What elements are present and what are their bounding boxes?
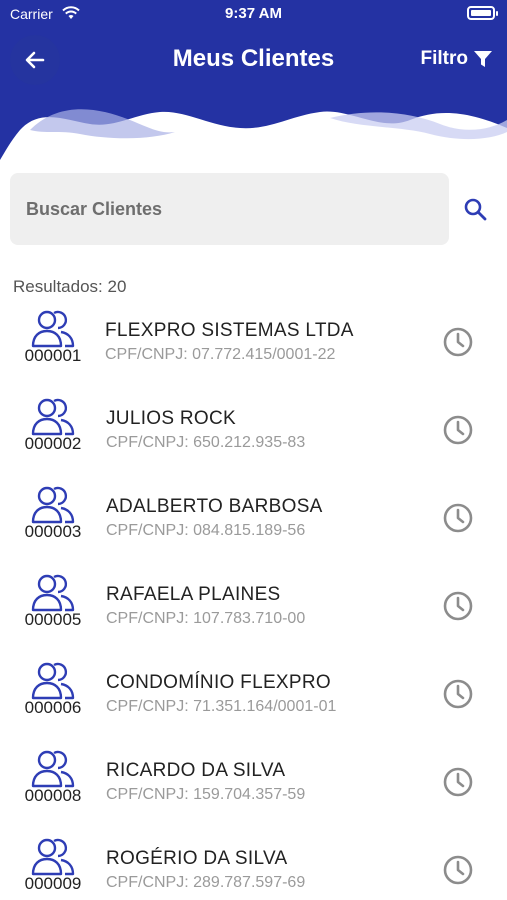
client-row[interactable]: 000002 JULIOS ROCK CPF/CNPJ: 650.212.935… (0, 388, 507, 476)
client-code: 000005 (24, 610, 82, 629)
search-input[interactable] (26, 197, 426, 221)
client-document: CPF/CNPJ: 107.783.710-00 (106, 610, 306, 627)
client-row[interactable]: 000009 ROGÉRIO DA SILVA CPF/CNPJ: 289.78… (0, 828, 507, 900)
search-row (10, 173, 497, 245)
client-name: ROGÉRIO DA SILVA (106, 848, 288, 869)
client-document: CPF/CNPJ: 084.815.189-56 (106, 522, 306, 539)
battery-icon (467, 6, 498, 20)
clock-icon[interactable] (442, 678, 474, 710)
users-icon (31, 574, 75, 612)
clock-time: 9:37 AM (225, 5, 282, 22)
clock-icon[interactable] (442, 414, 474, 446)
client-document: CPF/CNPJ: 650.212.935-83 (106, 434, 306, 451)
clock-icon[interactable] (442, 502, 474, 534)
search-box[interactable] (10, 173, 449, 245)
clock-icon[interactable] (442, 326, 474, 358)
client-list: 000001 FLEXPRO SISTEMAS LTDA CPF/CNPJ: 0… (0, 300, 507, 900)
funnel-icon (474, 51, 492, 67)
results-count: Resultados: 20 (13, 277, 127, 296)
client-row[interactable]: 000008 RICARDO DA SILVA CPF/CNPJ: 159.70… (0, 740, 507, 828)
users-icon (31, 662, 75, 700)
users-icon (31, 398, 75, 436)
client-name: RICARDO DA SILVA (106, 760, 286, 781)
filter-label: Filtro (420, 48, 469, 69)
users-icon (31, 838, 75, 876)
client-row[interactable]: 000005 RAFAELA PLAINES CPF/CNPJ: 107.783… (0, 564, 507, 652)
client-code: 000003 (24, 522, 82, 541)
client-row[interactable]: 000006 CONDOMÍNIO FLEXPRO CPF/CNPJ: 71.3… (0, 652, 507, 740)
filter-button[interactable]: Filtro (421, 48, 494, 70)
client-row[interactable]: 000001 FLEXPRO SISTEMAS LTDA CPF/CNPJ: 0… (0, 300, 507, 388)
client-name: CONDOMÍNIO FLEXPRO (106, 672, 331, 693)
client-name: JULIOS ROCK (106, 408, 236, 429)
clock-icon[interactable] (442, 766, 474, 798)
client-document: CPF/CNPJ: 07.772.415/0001-22 (105, 346, 336, 363)
search-icon[interactable] (462, 196, 490, 224)
client-name: RAFAELA PLAINES (106, 584, 281, 605)
client-code: 000001 (24, 346, 82, 365)
clock-icon[interactable] (442, 590, 474, 622)
client-row[interactable]: 000003 ADALBERTO BARBOSA CPF/CNPJ: 084.8… (0, 476, 507, 564)
client-name: FLEXPRO SISTEMAS LTDA (105, 320, 354, 341)
clock-icon[interactable] (442, 854, 474, 886)
status-bar: Carrier 9:37 AM (0, 0, 507, 28)
users-icon (31, 486, 75, 524)
client-code: 000009 (24, 874, 82, 893)
client-code: 000002 (24, 434, 82, 453)
users-icon (31, 310, 75, 348)
header: Carrier 9:37 AM Meus Clientes Filtro (0, 0, 507, 165)
client-code: 000006 (24, 698, 82, 717)
users-icon (31, 750, 75, 788)
client-document: CPF/CNPJ: 289.787.597-69 (106, 874, 306, 891)
client-document: CPF/CNPJ: 71.351.164/0001-01 (106, 698, 337, 715)
client-document: CPF/CNPJ: 159.704.357-59 (106, 786, 306, 803)
client-name: ADALBERTO BARBOSA (106, 496, 323, 517)
client-code: 000008 (24, 786, 82, 805)
